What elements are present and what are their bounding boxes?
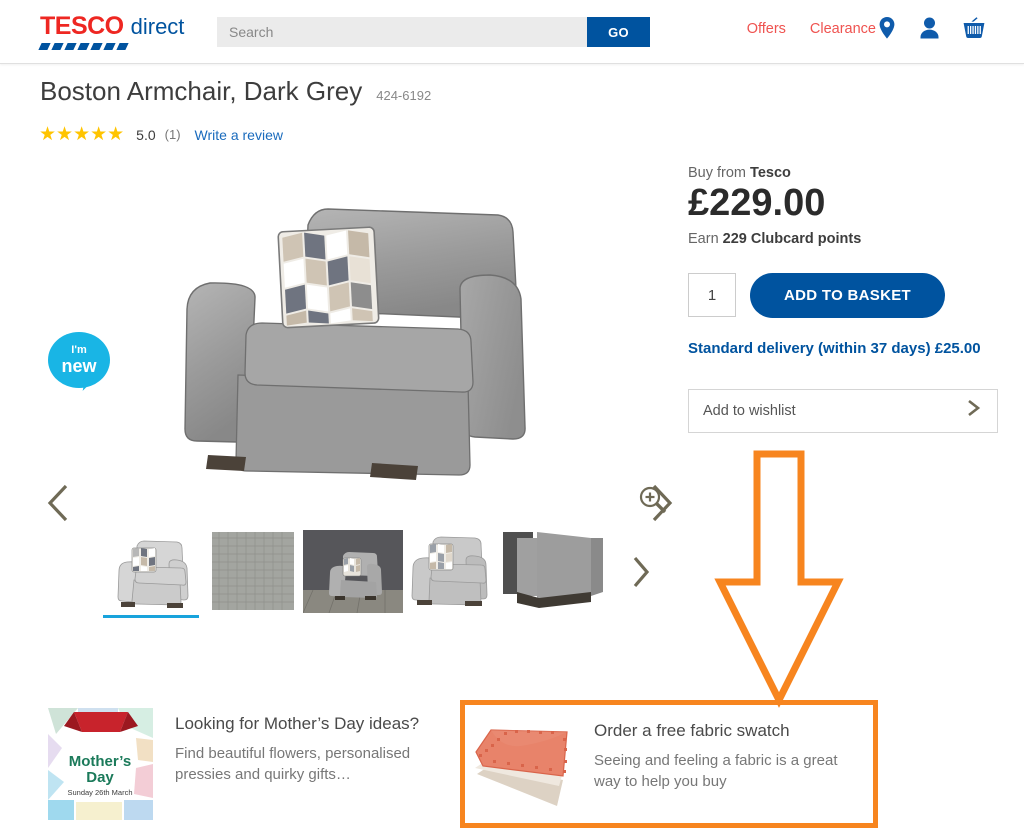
shopping-basket-icon[interactable] [962, 16, 986, 40]
offers-link[interactable]: Offers [747, 21, 786, 37]
star-rating-icon: ★★★★★ [39, 124, 125, 145]
page-title: Boston Armchair, Dark Grey [40, 76, 363, 106]
product-sku: 424-6192 [376, 88, 432, 103]
zoom-in-magnifier-icon[interactable] [637, 484, 669, 521]
thumbnail-0[interactable] [103, 530, 203, 618]
add-to-wishlist-button[interactable]: Add to wishlist [688, 388, 998, 433]
clubcard-points-value: 229 Clubcard points [722, 230, 862, 247]
rating-value: 5.0 [136, 126, 156, 143]
svg-text:Sunday 26th March: Sunday 26th March [67, 788, 132, 797]
logo-suffix-text: direct [130, 14, 185, 39]
logo-dashes-decoration [38, 43, 135, 51]
mothers-day-promo-subtitle: Find beautiful flowers, personalised pre… [175, 745, 411, 784]
fabric-swatch-promo-title: Order a free fabric swatch [594, 721, 790, 740]
thumbnail-1[interactable] [203, 530, 303, 618]
svg-text:Day: Day [86, 769, 114, 786]
search-input[interactable] [217, 17, 587, 47]
badge-tail-decoration [82, 377, 95, 393]
quantity-input[interactable] [688, 273, 736, 318]
quantity-and-basket-row: ADD TO BASKET [688, 272, 998, 318]
mothers-day-promo-title: Looking for Mother’s Day ideas? [175, 714, 420, 733]
rating-count: (1) [164, 127, 181, 142]
thumbnail-4[interactable] [503, 530, 603, 618]
buy-from-seller: Tesco [750, 165, 791, 181]
buy-from-line: Buy from Tesco [688, 165, 998, 181]
mothers-day-promo[interactable]: Mother’s Day Sunday 26th March Looking f… [48, 708, 435, 820]
clubcard-prefix: Earn [688, 230, 723, 247]
thumbnails-next-arrow-icon[interactable] [627, 554, 653, 595]
standard-delivery-link[interactable]: Standard delivery (within 37 days) £25.0… [688, 340, 998, 357]
account-person-icon[interactable] [919, 16, 940, 40]
mothers-day-promo-image: Mother’s Day Sunday 26th March [48, 708, 153, 820]
thumbnail-2[interactable] [303, 530, 403, 618]
site-header: TESCO direct GO Offers Clearance [0, 0, 1024, 64]
orange-annotation-arrow-icon [712, 450, 846, 708]
product-rating-row: ★★★★★ 5.0 (1) Write a review [39, 125, 283, 144]
clubcard-points-line: Earn 229 Clubcard points [688, 231, 998, 247]
gallery-prev-arrow-icon[interactable] [40, 478, 80, 528]
header-icon-group [877, 16, 986, 40]
location-pin-icon[interactable] [877, 16, 897, 40]
badge-line-1: I'm [71, 344, 87, 356]
add-to-basket-button[interactable]: ADD TO BASKET [750, 272, 945, 318]
logo-brand-text: TESCO [40, 12, 124, 40]
fabric-swatch-image [471, 710, 569, 818]
fabric-swatch-promo[interactable]: Order a free fabric swatch Seeing and fe… [460, 700, 878, 828]
svg-text:Mother’s: Mother’s [69, 753, 132, 770]
search-go-button[interactable]: GO [587, 17, 650, 47]
search-bar: GO [217, 17, 650, 47]
product-price: £229.00 [688, 182, 826, 224]
clearance-link[interactable]: Clearance [810, 21, 876, 37]
fabric-swatch-promo-text: Order a free fabric swatch Seeing and fe… [594, 705, 856, 793]
mothers-day-promo-text: Looking for Mother’s Day ideas? Find bea… [175, 708, 435, 786]
header-nav-links: Offers Clearance [747, 21, 876, 37]
fabric-swatch-promo-subtitle: Seeing and feeling a fabric is a great w… [594, 752, 838, 791]
tesco-direct-logo[interactable]: TESCO direct [38, 12, 200, 52]
buy-box: Buy from Tesco £229.00 Earn 229 Clubcard… [688, 165, 998, 433]
product-gallery: I'm new [0, 160, 680, 522]
thumbnail-3[interactable] [403, 530, 503, 618]
hero-product-image[interactable] [150, 185, 570, 485]
chevron-right-icon [963, 397, 983, 424]
add-to-wishlist-label: Add to wishlist [703, 402, 796, 419]
im-new-badge: I'm new [48, 332, 110, 394]
thumbnail-strip [103, 530, 653, 618]
badge-line-2: new [61, 356, 97, 376]
write-a-review-link[interactable]: Write a review [195, 127, 283, 143]
buy-from-prefix: Buy from [688, 165, 751, 181]
product-title-row: Boston Armchair, Dark Grey 424-6192 [40, 76, 431, 107]
